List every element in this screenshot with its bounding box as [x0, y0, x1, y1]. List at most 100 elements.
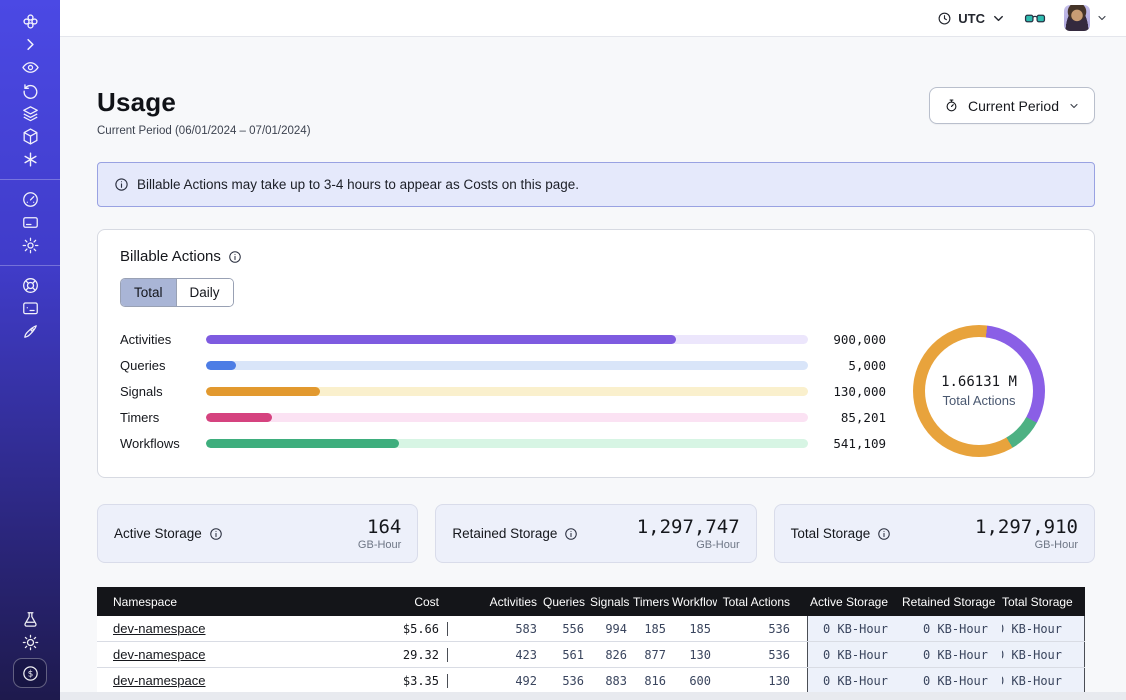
tab-daily[interactable]: Daily — [176, 279, 233, 306]
bar-row-activities: Activities900,000 — [120, 326, 886, 352]
bar-label: Queries — [120, 358, 206, 373]
temporal-logo-icon[interactable] — [12, 10, 48, 33]
cell-signals: 883 — [590, 674, 633, 688]
total-storage-unit: GB-Hour — [975, 539, 1078, 551]
total-storage-value: 1,297,910 — [975, 517, 1078, 537]
svg-text:$: $ — [27, 669, 33, 679]
total-storage-card: Total Storage 1,297,910 GB-Hour — [774, 504, 1095, 563]
gauge-icon[interactable] — [12, 188, 48, 211]
card-panel-icon[interactable] — [12, 211, 48, 234]
donut-total-value: 1.66131 M — [941, 374, 1017, 390]
cell-total_actions: 130 — [717, 674, 807, 688]
bar-fill — [206, 439, 399, 448]
column-header-total_actions: Total Actions — [717, 595, 807, 609]
period-selector-button[interactable]: Current Period — [929, 87, 1095, 124]
table-row: dev-namespace29.324235618268771305360 KB… — [97, 642, 1085, 668]
bar-track — [206, 439, 808, 448]
billable-actions-title: Billable Actions — [120, 248, 221, 265]
topbar: UTC — [60, 0, 1126, 37]
table-row: dev-namespace$5.665835569941851855360 KB… — [97, 616, 1085, 642]
glasses-icon[interactable] — [1024, 9, 1046, 27]
namespace-link[interactable]: dev-namespace — [113, 673, 206, 688]
avatar — [1064, 5, 1090, 31]
cell-active_storage: 0 KB-Hour — [807, 642, 902, 667]
sidebar-divider — [0, 265, 60, 266]
column-header-queries: Queries — [543, 595, 590, 609]
namespaces-eye-icon[interactable] — [12, 56, 48, 79]
bar-label: Workflows — [120, 436, 206, 451]
active-storage-card: Active Storage 164 GB-Hour — [97, 504, 418, 563]
flask-lab-icon[interactable] — [12, 608, 48, 631]
user-menu[interactable] — [1064, 5, 1108, 31]
retained-storage-value: 1,297,747 — [637, 517, 740, 537]
docs-terminal-icon[interactable] — [12, 297, 48, 320]
billing-usage-icon[interactable]: $ — [13, 658, 47, 688]
info-icon[interactable] — [877, 527, 891, 541]
cell-signals: 826 — [590, 648, 633, 662]
bar-row-timers: Timers 85,201 — [120, 404, 886, 430]
main-content: Usage Current Period (06/01/2024 – 07/01… — [60, 37, 1126, 700]
storage-summary-row: Active Storage 164 GB-Hour Retained Stor… — [97, 504, 1095, 563]
bar-row-workflows: Workflows541,109 — [120, 430, 886, 456]
cube-icon[interactable] — [12, 125, 48, 148]
bar-row-signals: Signals 130,000 — [120, 378, 886, 404]
cell-queries: 561 — [543, 648, 590, 662]
column-header-namespace: Namespace — [97, 595, 357, 609]
history-retry-icon[interactable] — [12, 79, 48, 102]
column-header-workflows: Workflows — [672, 595, 717, 609]
gear-icon[interactable] — [12, 234, 48, 257]
cell-cost: $3.35 — [357, 674, 447, 688]
cell-queries: 556 — [543, 622, 590, 636]
info-icon[interactable] — [228, 250, 242, 264]
column-header-active_storage: Active Storage — [807, 595, 902, 609]
asterisk-icon[interactable] — [12, 148, 48, 171]
cell-workflows: 185 — [672, 622, 717, 636]
cell-total_actions: 536 — [717, 648, 807, 662]
view-toggle: Total Daily — [120, 278, 234, 307]
lifebuoy-support-icon[interactable] — [12, 274, 48, 297]
horizontal-scrollbar[interactable] — [60, 692, 1126, 700]
cell-cost: $5.66 — [357, 622, 447, 636]
donut-total-label: Total Actions — [943, 393, 1016, 408]
namespace-link[interactable]: dev-namespace — [113, 647, 206, 662]
bar-fill — [206, 387, 320, 396]
cell-total_storage: 0 KB-Hour — [1002, 642, 1085, 667]
chevron-down-icon — [1068, 100, 1080, 112]
bar-value: 85,201 — [808, 410, 886, 425]
column-header-retained_storage: Retained Storage — [902, 595, 1002, 609]
bar-track — [206, 387, 808, 396]
info-icon[interactable] — [564, 527, 578, 541]
rocket-icon[interactable] — [12, 320, 48, 343]
timezone-selector[interactable]: UTC — [937, 11, 1006, 26]
bar-value: 5,000 — [808, 358, 886, 373]
chevron-down-icon — [1096, 12, 1108, 24]
bar-label: Timers — [120, 410, 206, 425]
bar-label: Activities — [120, 332, 206, 347]
billable-bar-chart: Activities900,000 Queries 5,000 Signals 130,… — [120, 326, 886, 456]
bar-label: Signals — [120, 384, 206, 399]
theme-sun-icon[interactable] — [12, 631, 48, 654]
cell-active_storage: 0 KB-Hour — [807, 616, 902, 641]
bar-track — [206, 361, 808, 370]
column-header-activities: Activities — [447, 595, 543, 609]
billable-actions-card: Billable Actions Total Daily Activities9… — [97, 229, 1095, 478]
bar-row-queries: Queries 5,000 — [120, 352, 886, 378]
bar-value: 130,000 — [808, 384, 886, 399]
tab-total[interactable]: Total — [121, 279, 176, 306]
namespace-link[interactable]: dev-namespace — [113, 621, 206, 636]
bar-track — [206, 335, 808, 344]
page-title: Usage — [97, 87, 311, 118]
cell-activities: 423 — [447, 648, 543, 662]
layers-icon[interactable] — [12, 102, 48, 125]
column-header-cost: Cost — [357, 595, 447, 609]
info-icon[interactable] — [209, 527, 223, 541]
cell-namespace: dev-namespace — [97, 673, 357, 688]
cell-activities: 583 — [447, 622, 543, 636]
collapse-chevron-icon[interactable] — [12, 33, 48, 56]
cell-signals: 994 — [590, 622, 633, 636]
table-row: dev-namespace$3.354925368838166001300 KB… — [97, 668, 1085, 694]
cell-total_storage: 0 KB-Hour — [1002, 668, 1085, 693]
column-header-signals: Signals — [590, 595, 633, 609]
cell-workflows: 130 — [672, 648, 717, 662]
usage-table: NamespaceCostActivitiesQueriesSignalsTim… — [97, 587, 1085, 700]
